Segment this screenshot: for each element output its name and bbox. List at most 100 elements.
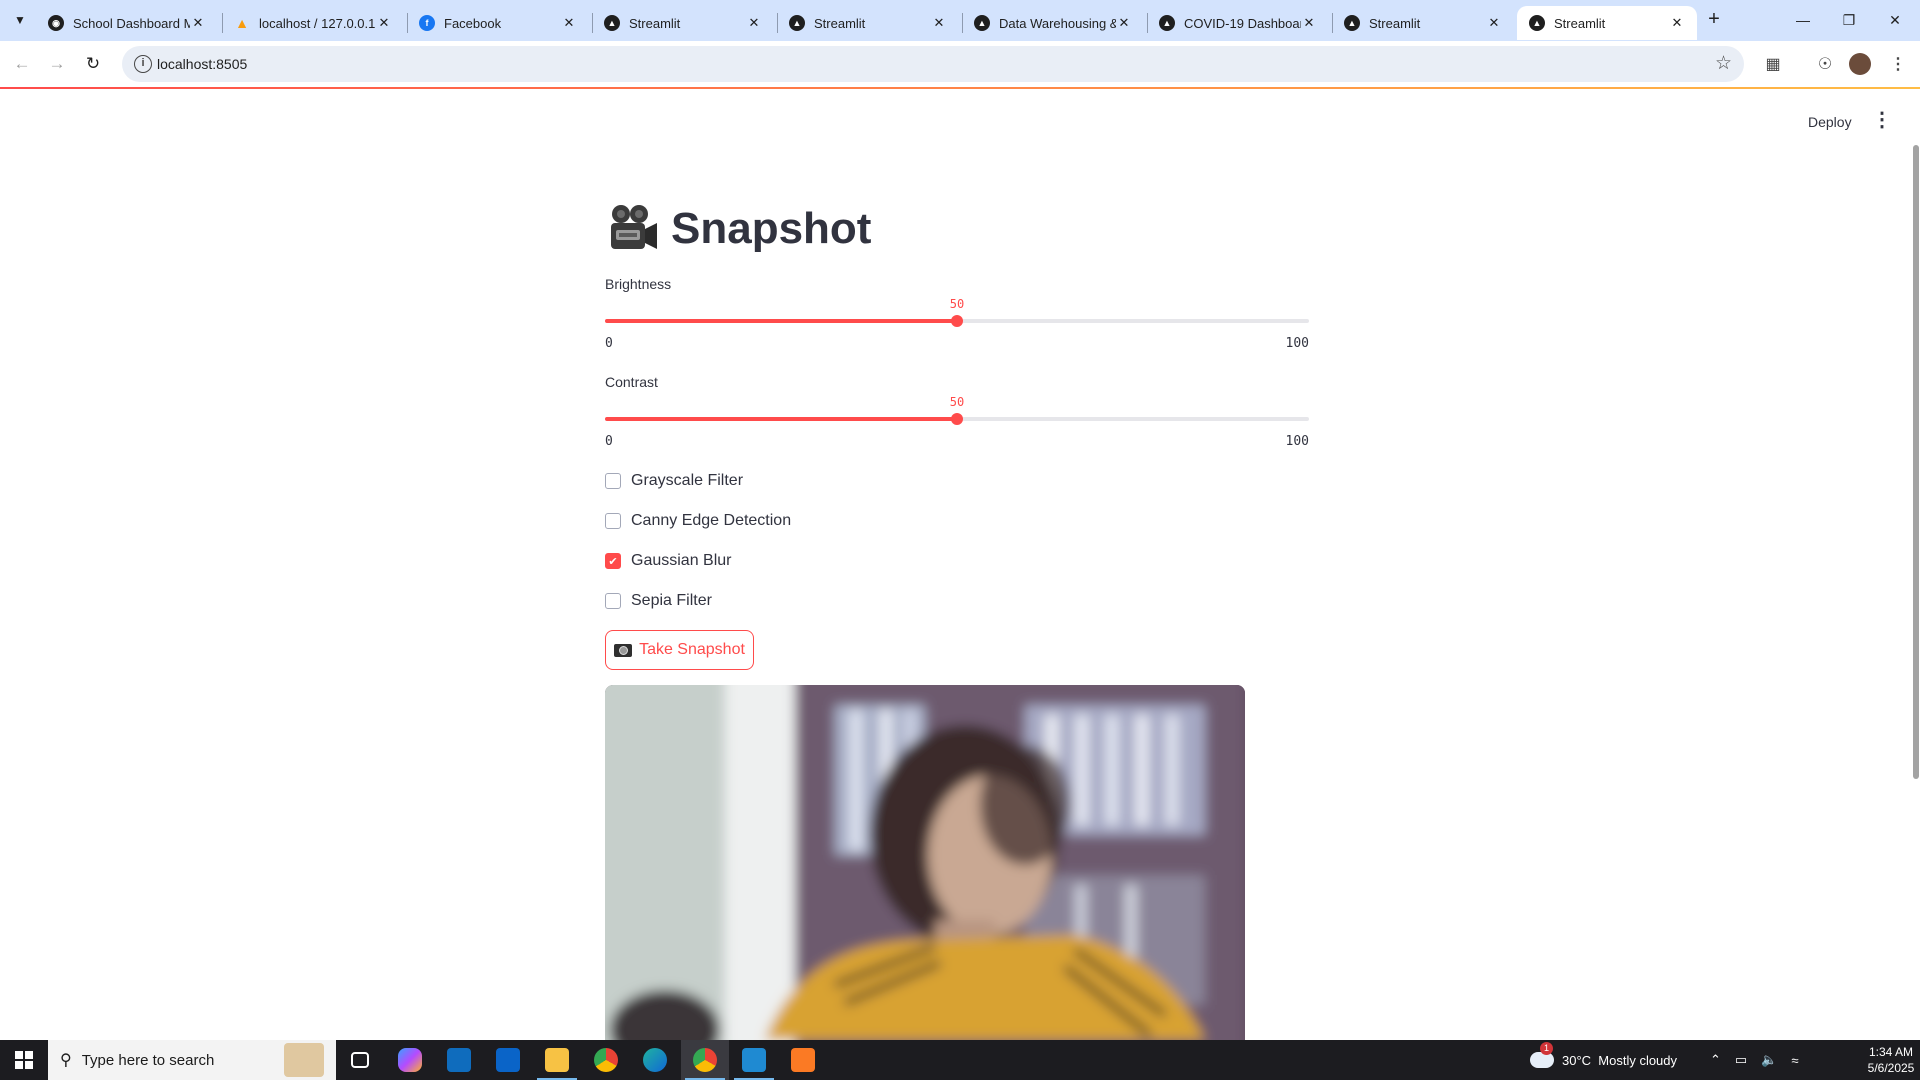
contrast-value: 50 — [949, 395, 965, 409]
browser-tab-active[interactable]: ▲ Streamlit ✕ — [1517, 6, 1697, 40]
search-highlight-image — [284, 1043, 324, 1077]
forward-button[interactable]: → — [42, 49, 72, 79]
checkbox-label: Gaussian Blur — [631, 552, 732, 569]
sepia-checkbox[interactable]: Sepia Filter — [605, 589, 712, 613]
task-view-button[interactable] — [336, 1040, 384, 1080]
streamlit-icon: ▲ — [604, 15, 620, 31]
new-tab-button[interactable]: + — [1702, 8, 1726, 32]
search-placeholder: Type here to search — [81, 1051, 215, 1069]
weather-widget[interactable]: 1 30°C Mostly cloudy — [1530, 1040, 1677, 1080]
take-snapshot-button[interactable]: Take Snapshot — [605, 630, 754, 670]
address-bar[interactable]: i localhost:8505 ☆ — [122, 46, 1744, 82]
folder-icon — [545, 1048, 569, 1072]
task-view-icon — [351, 1052, 369, 1068]
back-button[interactable]: ← — [7, 49, 37, 79]
vscode-icon — [742, 1048, 766, 1072]
streamlit-app: Deploy ⋮ Snapshot Brightness 50 0 100 Co… — [0, 87, 1920, 1040]
page-scrollbar[interactable] — [1913, 145, 1919, 779]
browser-tab[interactable]: ▲ Data Warehousing & ✕ — [962, 6, 1144, 40]
streamlit-icon: ▲ — [789, 15, 805, 31]
store-app[interactable] — [435, 1040, 483, 1080]
clock-date: 5/6/2025 — [1867, 1061, 1915, 1075]
checkbox-box[interactable] — [605, 513, 621, 529]
streamlit-icon: ▲ — [974, 15, 990, 31]
close-tab-icon[interactable]: ✕ — [1486, 15, 1502, 31]
weather-badge: 1 — [1540, 1042, 1553, 1055]
clock-time: 1:34 AM — [1868, 1045, 1914, 1059]
checkbox-box[interactable] — [605, 593, 621, 609]
browser-tab[interactable]: ▲ Streamlit ✕ — [777, 6, 959, 40]
browser-tab[interactable]: ▲ Streamlit ✕ — [1332, 6, 1514, 40]
camera-icon — [614, 643, 633, 657]
browser-tab[interactable]: ◉ School Dashboard M ✕ — [36, 6, 218, 40]
file-explorer-app[interactable] — [533, 1040, 581, 1080]
clock[interactable]: 1:34 AM 5/6/2025 — [1862, 1040, 1920, 1080]
close-tab-icon[interactable]: ✕ — [1301, 15, 1317, 31]
edge-app[interactable] — [631, 1040, 679, 1080]
vscode-app[interactable] — [730, 1040, 778, 1080]
close-tab-icon[interactable]: ✕ — [1116, 15, 1132, 31]
copilot-app[interactable] — [386, 1040, 434, 1080]
browser-menu-icon[interactable]: ⋮ — [1883, 49, 1913, 79]
copilot-icon — [398, 1048, 422, 1072]
search-icon: ⚲ — [60, 1052, 72, 1069]
browser-tab[interactable]: f Facebook ✕ — [407, 6, 589, 40]
network-icon[interactable]: ≈ — [1791, 1053, 1798, 1068]
checkbox-box[interactable] — [605, 473, 621, 489]
volume-icon[interactable]: 🔈 — [1761, 1052, 1777, 1068]
show-hidden-icons-icon[interactable]: ⌃ — [1710, 1052, 1721, 1068]
gaussian-blur-checkbox[interactable]: ✔ Gaussian Blur — [605, 549, 732, 573]
facebook-icon: f — [419, 15, 435, 31]
chrome-icon — [693, 1048, 717, 1072]
chrome-profile-app[interactable] — [681, 1040, 729, 1080]
webcam-video-feed — [605, 685, 1245, 1040]
browser-tab[interactable]: ▲ localhost / 127.0.0.1 / ✕ — [222, 6, 404, 40]
deploy-button[interactable]: Deploy — [1800, 110, 1860, 134]
close-tab-icon[interactable]: ✕ — [746, 15, 762, 31]
windows-logo-icon — [15, 1051, 33, 1069]
minimize-window-button[interactable]: — — [1780, 0, 1826, 40]
brightness-min: 0 — [605, 336, 613, 351]
chrome-app[interactable] — [582, 1040, 630, 1080]
battery-icon[interactable]: ▭ — [1735, 1052, 1747, 1068]
webcam-frame-image — [605, 685, 1245, 1040]
main-menu-icon[interactable]: ⋮ — [1870, 109, 1894, 133]
reload-button[interactable]: ↻ — [78, 49, 108, 79]
restore-window-button[interactable]: ❐ — [1826, 0, 1872, 40]
close-tab-icon[interactable]: ✕ — [931, 15, 947, 31]
start-button[interactable] — [0, 1040, 48, 1080]
close-window-button[interactable]: ✕ — [1872, 0, 1918, 40]
brightness-max: 100 — [1285, 336, 1309, 351]
streamlit-icon: ▲ — [1159, 15, 1175, 31]
cloud-icon: 1 — [1530, 1042, 1554, 1068]
extensions-icon[interactable]: ▦ — [1758, 49, 1788, 79]
phpmyadmin-icon: ▲ — [235, 15, 249, 31]
bookmark-star-icon[interactable]: ☆ — [1715, 52, 1732, 75]
checkbox-box[interactable]: ✔ — [605, 553, 621, 569]
xampp-icon — [791, 1048, 815, 1072]
taskbar-search-box[interactable]: ⚲ Type here to search — [48, 1040, 336, 1080]
browser-tab-strip: ▼ ◉ School Dashboard M ✕ ▲ localhost / 1… — [0, 0, 1920, 41]
close-tab-icon[interactable]: ✕ — [561, 15, 577, 31]
xampp-app[interactable] — [779, 1040, 827, 1080]
profile-avatar[interactable] — [1845, 49, 1875, 79]
canny-edge-checkbox[interactable]: Canny Edge Detection — [605, 509, 791, 533]
site-info-icon[interactable]: i — [134, 55, 152, 73]
chevron-down-icon: ▼ — [14, 13, 26, 27]
grayscale-checkbox[interactable]: Grayscale Filter — [605, 469, 743, 493]
brightness-value: 50 — [949, 297, 965, 311]
close-tab-icon[interactable]: ✕ — [190, 15, 206, 31]
outlook-app[interactable] — [484, 1040, 532, 1080]
performance-icon[interactable]: ☉ — [1810, 49, 1840, 79]
avatar — [1849, 53, 1871, 75]
browser-tab[interactable]: ▲ Streamlit ✕ — [592, 6, 774, 40]
contrast-slider-thumb[interactable] — [951, 413, 963, 425]
brightness-slider-thumb[interactable] — [951, 315, 963, 327]
close-tab-icon[interactable]: ✕ — [1669, 15, 1685, 31]
url-text[interactable]: localhost:8505 — [157, 56, 247, 72]
header-decoration — [0, 87, 1920, 89]
browser-tab[interactable]: ▲ COVID-19 Dashboard ✕ — [1147, 6, 1329, 40]
take-snapshot-label: Take Snapshot — [639, 641, 745, 658]
tab-search-button[interactable]: ▼ — [8, 8, 32, 32]
close-tab-icon[interactable]: ✕ — [376, 15, 392, 31]
